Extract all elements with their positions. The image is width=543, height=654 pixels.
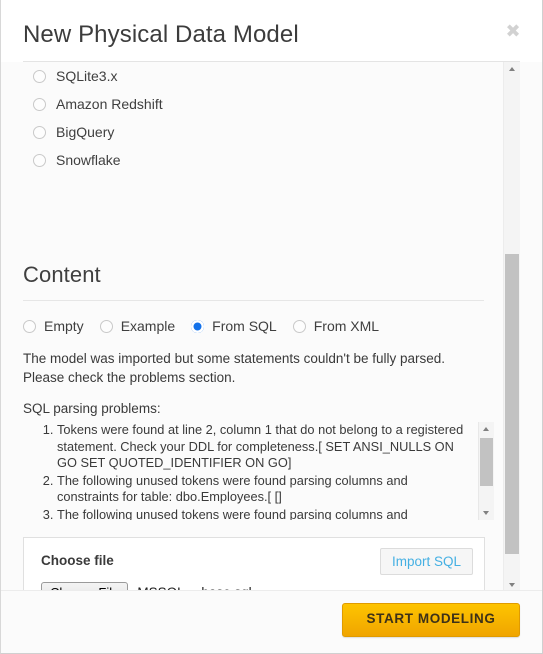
- close-icon[interactable]: ✖: [505, 22, 521, 40]
- start-modeling-button[interactable]: START MODELING: [342, 603, 520, 637]
- scroll-down-arrow-icon[interactable]: [479, 506, 494, 520]
- database-option-amazon-redshift[interactable]: Amazon Redshift: [1, 90, 506, 118]
- problems-heading: SQL parsing problems:: [23, 401, 161, 416]
- content-option-label: Empty: [44, 318, 84, 334]
- content-option-empty[interactable]: Empty: [23, 315, 84, 337]
- radio-icon[interactable]: [33, 153, 46, 167]
- content-option-from-sql[interactable]: From SQL: [191, 315, 277, 337]
- radio-icon[interactable]: [292, 319, 306, 333]
- database-option-list: SQLite3.x Amazon Redshift BigQuery Snowf…: [1, 62, 506, 174]
- content-section-title: Content: [23, 262, 101, 287]
- dialog-footer: START MODELING: [1, 590, 542, 653]
- new-physical-data-model-dialog: New Physical Data Model ✖ SQLite3.x Amaz…: [0, 0, 543, 654]
- import-status-message: The model was imported but some statemen…: [23, 351, 446, 385]
- content-section: Content Empty Example From SQL From XML …: [1, 262, 506, 520]
- radio-icon[interactable]: [99, 319, 113, 333]
- scroll-up-arrow-icon[interactable]: [479, 422, 494, 436]
- database-option-snowflake[interactable]: Snowflake: [1, 146, 506, 174]
- database-option-label: BigQuery: [56, 124, 115, 140]
- content-option-label: From SQL: [212, 318, 277, 334]
- radio-icon[interactable]: [23, 319, 36, 333]
- database-option-label: SQLite3.x: [56, 68, 118, 84]
- radio-icon-selected[interactable]: [191, 319, 205, 333]
- content-section-divider: [23, 300, 484, 301]
- scrollbar-thumb[interactable]: [505, 254, 519, 554]
- dialog-header: New Physical Data Model ✖: [1, 0, 542, 62]
- content-option-label: From XML: [313, 318, 380, 334]
- import-sql-button[interactable]: Import SQL: [379, 548, 473, 575]
- scroll-up-arrow-icon[interactable]: [504, 62, 520, 76]
- radio-icon[interactable]: [33, 125, 46, 139]
- scrollbar-thumb[interactable]: [480, 438, 493, 486]
- problems-scroll-area: Tokens were found at line 2, column 1 th…: [1, 422, 506, 520]
- problems-list: Tokens were found at line 2, column 1 th…: [1, 422, 506, 520]
- database-option-bigquery[interactable]: BigQuery: [1, 118, 506, 146]
- database-option-sqlite[interactable]: SQLite3.x: [1, 62, 506, 90]
- database-option-label: Snowflake: [56, 152, 121, 168]
- content-option-group: Empty Example From SQL From XML: [1, 315, 506, 337]
- page-title: New Physical Data Model: [23, 21, 299, 48]
- dialog-scrollbar[interactable]: [503, 62, 520, 592]
- content-option-label: Example: [120, 318, 176, 334]
- radio-icon[interactable]: [33, 69, 46, 83]
- problem-item: The following unused tokens were found p…: [57, 473, 468, 506]
- problems-scrollbar[interactable]: [478, 422, 494, 520]
- content-option-example[interactable]: Example: [99, 315, 176, 337]
- file-chooser-card: Choose file Import SQL Choose File MSSQL…: [23, 537, 485, 592]
- database-option-label: Amazon Redshift: [56, 96, 163, 112]
- content-option-from-xml[interactable]: From XML: [292, 315, 380, 337]
- problem-item: The following unused tokens were found p…: [57, 507, 468, 521]
- choose-file-label: Choose file: [41, 553, 114, 568]
- dialog-body: SQLite3.x Amazon Redshift BigQuery Snowf…: [1, 62, 506, 592]
- radio-icon[interactable]: [33, 97, 46, 111]
- problem-item: Tokens were found at line 2, column 1 th…: [57, 422, 468, 472]
